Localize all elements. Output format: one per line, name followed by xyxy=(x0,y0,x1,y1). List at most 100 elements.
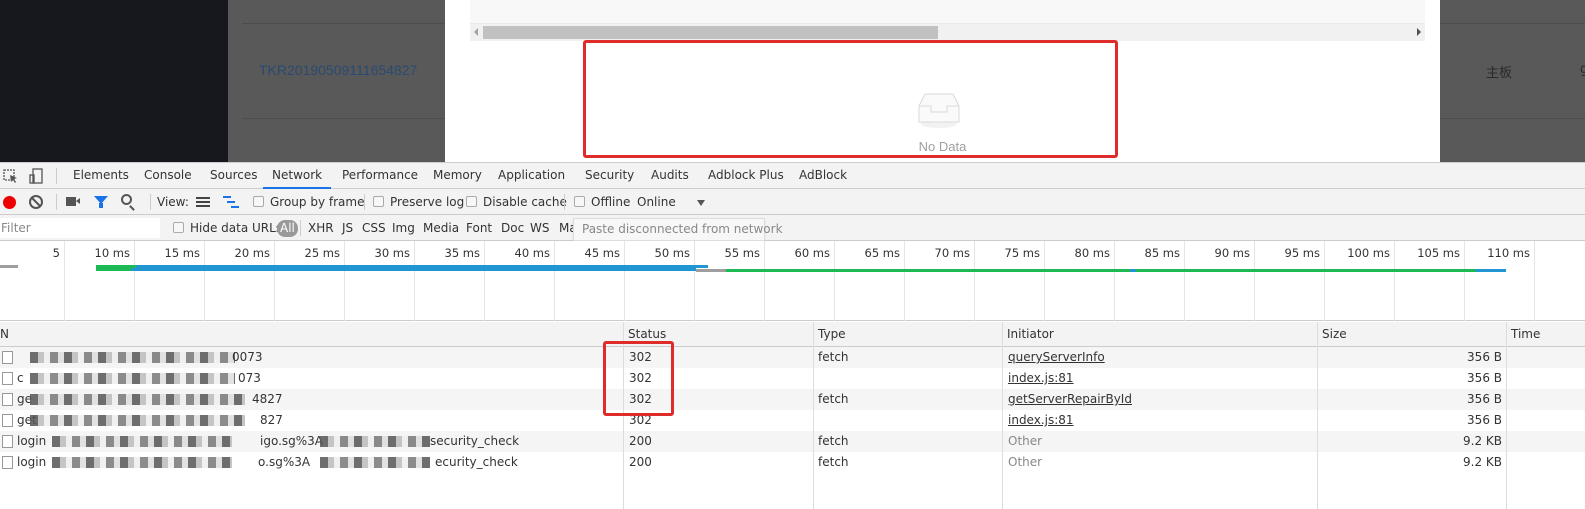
timeline-gridline xyxy=(1534,241,1535,321)
initiator-cell[interactable]: queryServerInfo xyxy=(1008,347,1105,368)
tab-application[interactable]: Application xyxy=(497,163,566,189)
checkbox-icon[interactable] xyxy=(373,196,384,207)
toolbar-separator xyxy=(300,220,301,236)
timeline-tick-label: 95 ms xyxy=(1284,246,1320,260)
search-icon[interactable] xyxy=(121,194,132,205)
requests-table: N Status Type Initiator Size Time 0073 30… xyxy=(0,322,1585,509)
column-header-size[interactable]: Size xyxy=(1318,322,1347,347)
type-filter-ws[interactable]: WS xyxy=(530,215,549,241)
timeline-gridline xyxy=(274,241,275,321)
tab-elements[interactable]: Elements xyxy=(72,163,130,189)
checkbox-icon[interactable] xyxy=(466,196,477,207)
tab-security[interactable]: Security xyxy=(584,163,635,189)
network-filter-bar: Hide data URLs All XHR JS CSS Img Media … xyxy=(0,215,1585,241)
column-header-type[interactable]: Type xyxy=(814,322,846,347)
checkbox-icon[interactable] xyxy=(574,196,585,207)
column-header-time[interactable]: Time xyxy=(1507,322,1540,347)
tab-sources[interactable]: Sources xyxy=(209,163,258,189)
table-row[interactable]: ge 4827 302 fetch getServerRepairById 356 B xyxy=(0,389,1585,410)
redacted-text xyxy=(320,457,430,468)
scrollbar-thumb[interactable] xyxy=(483,26,938,39)
inspect-element-icon[interactable] xyxy=(2,167,20,185)
type-filter-xhr[interactable]: XHR xyxy=(308,215,334,241)
type-filter-media[interactable]: Media xyxy=(423,215,459,241)
request-name-suffix[interactable]: 4827 xyxy=(252,389,283,410)
timeline-gridline xyxy=(1394,241,1395,321)
scroll-left-icon[interactable] xyxy=(474,28,478,36)
network-toolbar: View: Group by frame Preserve log Disabl… xyxy=(0,189,1585,215)
column-header-initiator[interactable]: Initiator xyxy=(1003,322,1054,347)
redacted-text xyxy=(30,415,245,426)
type-filter-css[interactable]: CSS xyxy=(362,215,386,241)
table-row[interactable]: login igo.sg%3A security_check 200 fetch Ot… xyxy=(0,431,1585,452)
timeline-bar xyxy=(1476,269,1506,272)
large-rows-icon[interactable] xyxy=(196,197,210,207)
tab-memory[interactable]: Memory xyxy=(432,163,483,189)
tab-network[interactable]: Network xyxy=(263,163,332,189)
table-row[interactable]: c 073 302 index.js:81 356 B xyxy=(0,368,1585,389)
type-filter-js[interactable]: JS xyxy=(342,215,353,241)
type-filter-doc[interactable]: Doc xyxy=(501,215,524,241)
network-overview-timeline[interactable]: 5 10 ms 15 ms 20 ms 25 ms 30 ms 35 ms 40 ms 45 m… xyxy=(0,241,1585,321)
horizontal-scrollbar[interactable] xyxy=(470,24,1425,41)
column-divider[interactable] xyxy=(1002,322,1003,509)
offline-checkbox[interactable]: Offline xyxy=(574,189,630,215)
table-header: N Status Type Initiator Size Time xyxy=(0,322,1585,347)
request-name-prefix[interactable]: login xyxy=(17,431,46,452)
group-by-frame-checkbox[interactable]: Group by frame xyxy=(253,189,364,215)
order-number-link[interactable]: TKR20190509111654827 xyxy=(259,62,417,78)
scroll-right-icon[interactable] xyxy=(1417,28,1421,36)
column-divider[interactable] xyxy=(813,322,814,509)
request-name-suffix[interactable]: 073 xyxy=(238,368,261,389)
record-button[interactable] xyxy=(3,196,16,209)
request-name-prefix[interactable]: c xyxy=(17,368,24,389)
request-name-prefix[interactable]: login xyxy=(17,452,46,473)
initiator-cell[interactable]: getServerRepairById xyxy=(1008,389,1132,410)
filter-input[interactable] xyxy=(0,218,160,238)
tab-adblock-plus[interactable]: Adblock Plus xyxy=(707,163,785,189)
timeline-gridline xyxy=(1464,241,1465,321)
annotation-highlight-box xyxy=(603,341,674,416)
checkbox-icon[interactable] xyxy=(253,196,264,207)
table-row[interactable]: 0073 302 fetch queryServerInfo 356 B xyxy=(0,347,1585,368)
tab-audits[interactable]: Audits xyxy=(650,163,690,189)
chevron-down-icon[interactable] xyxy=(697,200,705,206)
file-icon xyxy=(2,435,13,448)
preserve-log-checkbox[interactable]: Preserve log xyxy=(373,189,464,215)
request-name-suffix[interactable]: security_check xyxy=(430,431,519,452)
tab-adblock[interactable]: AdBlock xyxy=(798,163,848,189)
disable-cache-checkbox[interactable]: Disable cache xyxy=(466,189,567,215)
tab-performance[interactable]: Performance xyxy=(341,163,419,189)
request-name-suffix[interactable]: 0073 xyxy=(232,347,263,368)
request-name-suffix[interactable]: 827 xyxy=(260,410,283,431)
table-row[interactable]: login o.sg%3A ecurity_check 200 fetch Other… xyxy=(0,452,1585,473)
column-divider[interactable] xyxy=(1317,322,1318,509)
screenshot-camera-icon[interactable] xyxy=(66,197,80,206)
timeline-gridline xyxy=(1254,241,1255,321)
page-sidebar xyxy=(0,0,228,162)
type-filter-all[interactable]: All xyxy=(277,220,298,237)
redacted-text xyxy=(30,394,245,405)
waterfall-overview-icon[interactable] xyxy=(223,196,239,208)
size-cell: 356 B xyxy=(1467,413,1502,427)
tab-console[interactable]: Console xyxy=(143,163,193,189)
initiator-cell: Other xyxy=(1008,434,1043,448)
request-name-middle[interactable]: igo.sg%3A xyxy=(260,431,323,452)
clear-icon[interactable] xyxy=(29,195,43,209)
request-name-suffix[interactable]: ecurity_check xyxy=(435,452,518,473)
type-cell: fetch xyxy=(818,455,849,469)
column-header-name[interactable]: N xyxy=(0,322,9,347)
checkbox-icon[interactable] xyxy=(173,222,184,233)
type-filter-img[interactable]: Img xyxy=(392,215,415,241)
table-row[interactable]: get 827 302 index.js:81 356 B xyxy=(0,410,1585,431)
throttling-select[interactable]: Online xyxy=(637,189,676,215)
initiator-cell[interactable]: index.js:81 xyxy=(1008,410,1074,431)
request-name-middle[interactable]: o.sg%3A xyxy=(258,452,310,473)
filter-icon[interactable] xyxy=(94,196,108,208)
initiator-cell[interactable]: index.js:81 xyxy=(1008,368,1074,389)
hide-data-urls-checkbox[interactable]: Hide data URLs xyxy=(173,215,282,241)
timeline-tick-label: 10 ms xyxy=(94,246,130,260)
type-filter-font[interactable]: Font xyxy=(466,215,492,241)
device-toolbar-icon[interactable] xyxy=(28,167,46,185)
column-divider[interactable] xyxy=(1506,322,1507,509)
